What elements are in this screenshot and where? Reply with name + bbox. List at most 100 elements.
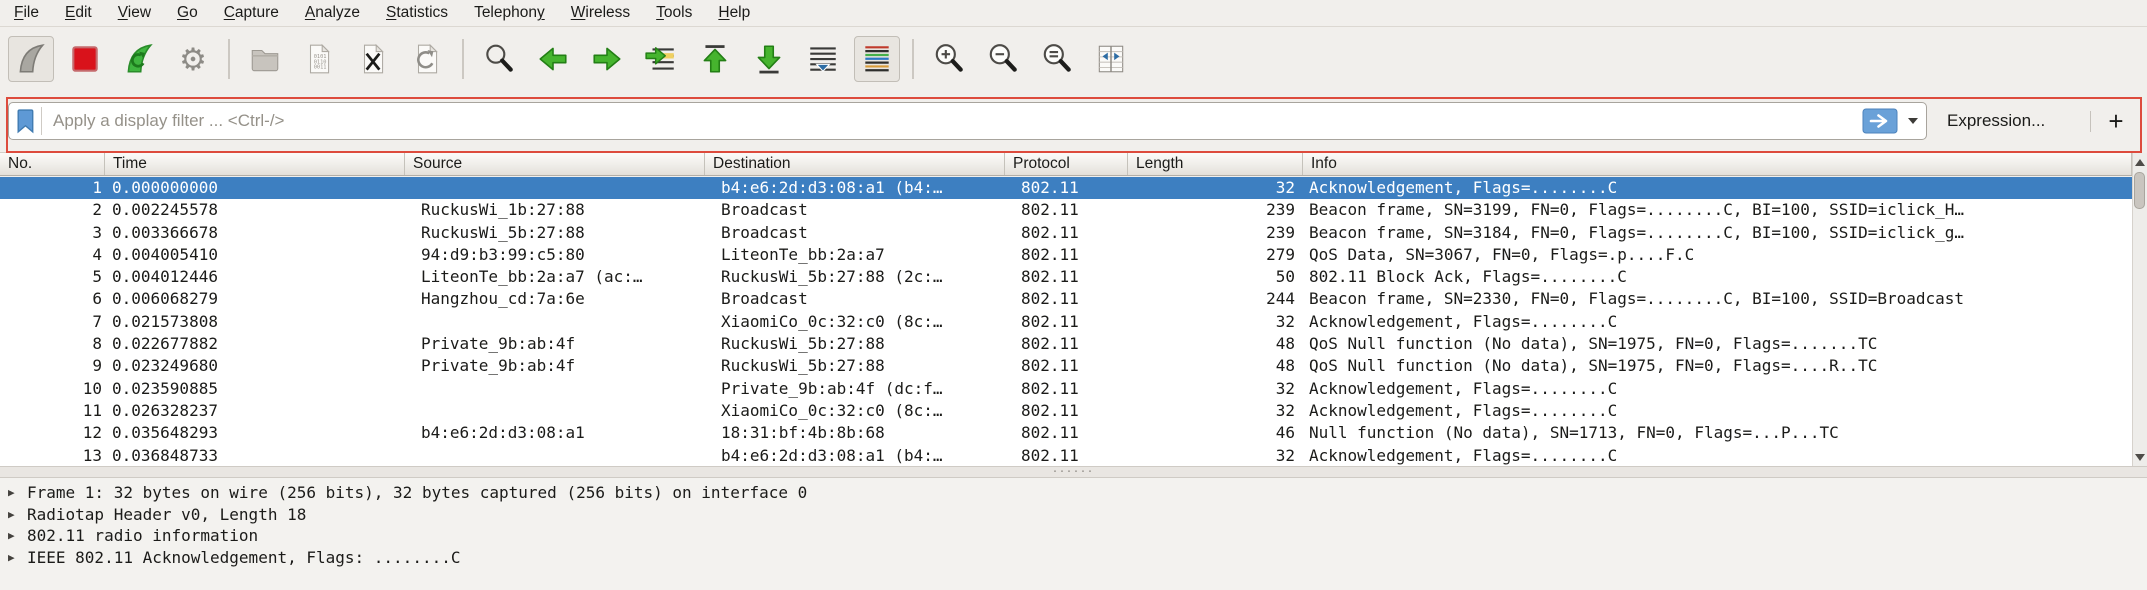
packet-row[interactable]: 100.023590885Private_9b:ab:4f (dc:f…802.… <box>0 378 2132 400</box>
packet-row[interactable]: 50.004012446LiteonTe_bb:2a:a7 (ac:…Rucku… <box>0 266 2132 288</box>
menu-capture[interactable]: Capture <box>211 0 292 26</box>
restart-fin-icon <box>122 42 156 76</box>
capture-options-button[interactable]: ⚙ <box>170 36 216 82</box>
menu-statistics[interactable]: Statistics <box>373 0 461 26</box>
svg-text:0011: 0011 <box>314 65 327 71</box>
go-to-last-packet-button[interactable] <box>746 36 792 82</box>
bookmark-icon <box>15 107 35 135</box>
pane-splitter[interactable]: ······ <box>0 466 2147 478</box>
find-packet-button[interactable] <box>476 36 522 82</box>
packet-row[interactable]: 110.026328237XiaomiCo_0c:32:c0 (8c:…802.… <box>0 400 2132 422</box>
colorize-button[interactable] <box>854 36 900 82</box>
go-forward-button[interactable] <box>584 36 630 82</box>
add-filter-button[interactable]: + <box>2097 102 2135 140</box>
menu-go[interactable]: Go <box>164 0 211 26</box>
packet-row[interactable]: 40.00400541094:d9:b3:99:c5:80LiteonTe_bb… <box>0 244 2132 266</box>
splitter-handle[interactable]: ······ <box>1053 467 1095 475</box>
expander-icon[interactable]: ▶ <box>0 547 27 569</box>
detail-line[interactable]: ▶IEEE 802.11 Acknowledgement, Flags: ...… <box>0 547 2147 569</box>
start-capture-button[interactable] <box>8 36 54 82</box>
packet-rows: 10.000000000b4:e6:2d:d3:08:a1 (b4:…802.1… <box>0 177 2132 466</box>
menu-help[interactable]: Help <box>705 0 763 26</box>
open-capture-file-button[interactable] <box>242 36 288 82</box>
packet-row[interactable]: 10.000000000b4:e6:2d:d3:08:a1 (b4:…802.1… <box>0 177 2132 199</box>
go-to-first-packet-button[interactable] <box>692 36 738 82</box>
packet-row[interactable]: 20.002245578RuckusWi_1b:27:88Broadcast80… <box>0 199 2132 221</box>
column-header-row: No.TimeSourceDestinationProtocolLengthIn… <box>0 152 2132 176</box>
packet-row[interactable]: 70.021573808XiaomiCo_0c:32:c0 (8c:…802.1… <box>0 311 2132 333</box>
expander-icon[interactable]: ▶ <box>0 504 27 526</box>
detail-line[interactable]: ▶802.11 radio information <box>0 525 2147 547</box>
packet-row[interactable]: 60.006068279Hangzhou_cd:7a:6eBroadcast80… <box>0 288 2132 310</box>
zoom-in-icon <box>932 42 966 76</box>
triangle-up-icon <box>2135 159 2145 166</box>
go-to-packet-button[interactable] <box>638 36 684 82</box>
save-capture-file-button[interactable]: 0101 0110 0011 <box>296 36 342 82</box>
scrollbar-up-button[interactable] <box>2133 154 2147 170</box>
menu-analyze[interactable]: Analyze <box>292 0 373 26</box>
arrow-left-icon <box>536 42 570 76</box>
packet-list-scrollbar[interactable] <box>2132 153 2147 466</box>
menu-edit[interactable]: Edit <box>52 0 105 26</box>
menu-bar: FileEditViewGoCaptureAnalyzeStatisticsTe… <box>0 0 2147 27</box>
packet-row[interactable]: 30.003366678RuckusWi_5b:27:88Broadcast80… <box>0 222 2132 244</box>
triangle-down-icon <box>2135 454 2145 461</box>
search-icon <box>482 42 516 76</box>
resize-columns-button[interactable] <box>1088 36 1134 82</box>
main-toolbar: ⚙ 0101 0110 0011 <box>0 27 2147 91</box>
expander-icon[interactable]: ▶ <box>0 525 27 547</box>
packet-row[interactable]: 90.023249680Private_9b:ab:4fRuckusWi_5b:… <box>0 355 2132 377</box>
menu-wireless[interactable]: Wireless <box>558 0 643 26</box>
reload-file-icon <box>410 42 444 76</box>
detail-line[interactable]: ▶Frame 1: 32 bytes on wire (256 bits), 3… <box>0 482 2147 504</box>
column-header-time[interactable]: Time <box>105 153 405 175</box>
filterbar-separator <box>2090 111 2091 132</box>
column-header-info[interactable]: Info <box>1303 153 2132 175</box>
zoom-out-button[interactable] <box>980 36 1026 82</box>
display-filter-input[interactable] <box>42 111 1862 131</box>
packet-row[interactable]: 80.022677882Private_9b:ab:4fRuckusWi_5b:… <box>0 333 2132 355</box>
arrow-to-list-icon <box>644 42 678 76</box>
close-capture-file-button[interactable] <box>350 36 396 82</box>
arrow-up-bar-icon <box>698 42 732 76</box>
column-header-destination[interactable]: Destination <box>705 153 1005 175</box>
packet-details: ▶Frame 1: 32 bytes on wire (256 bits), 3… <box>0 478 2147 590</box>
toolbar-separator <box>228 39 230 79</box>
apply-filter-button[interactable] <box>1862 107 1900 135</box>
zoom-in-button[interactable] <box>926 36 972 82</box>
menu-file[interactable]: File <box>1 0 52 26</box>
filter-history-dropdown[interactable] <box>1900 103 1926 139</box>
expander-icon[interactable]: ▶ <box>0 482 27 504</box>
arrow-right-icon <box>590 42 624 76</box>
column-header-source[interactable]: Source <box>405 153 705 175</box>
reload-capture-file-button[interactable] <box>404 36 450 82</box>
gear-icon: ⚙ <box>179 44 207 75</box>
auto-scroll-button[interactable] <box>800 36 846 82</box>
toolbar-separator <box>462 39 464 79</box>
menu-telephony[interactable]: Telephony <box>461 0 558 26</box>
close-file-icon <box>356 42 390 76</box>
go-back-button[interactable] <box>530 36 576 82</box>
zoom-original-button[interactable] <box>1034 36 1080 82</box>
toolbar-separator <box>912 39 914 79</box>
column-header-length[interactable]: Length <box>1128 153 1303 175</box>
column-header-no[interactable]: No. <box>0 153 105 175</box>
apply-arrow-icon <box>1862 108 1898 134</box>
scrollbar-down-button[interactable] <box>2133 449 2147 465</box>
arrow-down-bar-icon <box>752 42 786 76</box>
display-filter-widget <box>8 102 1927 140</box>
stop-capture-button[interactable] <box>62 36 108 82</box>
expression-button[interactable]: Expression... <box>1941 102 2051 140</box>
chevron-down-icon <box>1908 118 1918 124</box>
scrollbar-thumb[interactable] <box>2134 172 2145 209</box>
binary-file-icon: 0101 0110 0011 <box>302 42 336 76</box>
packet-row[interactable]: 120.035648293b4:e6:2d:d3:08:a118:31:bf:4… <box>0 422 2132 444</box>
scroll-lines-icon <box>806 42 840 76</box>
menu-view[interactable]: View <box>105 0 164 26</box>
stop-icon <box>68 42 102 76</box>
column-header-protocol[interactable]: Protocol <box>1005 153 1128 175</box>
detail-line[interactable]: ▶Radiotap Header v0, Length 18 <box>0 504 2147 526</box>
menu-tools[interactable]: Tools <box>643 0 705 26</box>
filter-bookmark-button[interactable] <box>9 103 41 139</box>
restart-capture-button[interactable] <box>116 36 162 82</box>
